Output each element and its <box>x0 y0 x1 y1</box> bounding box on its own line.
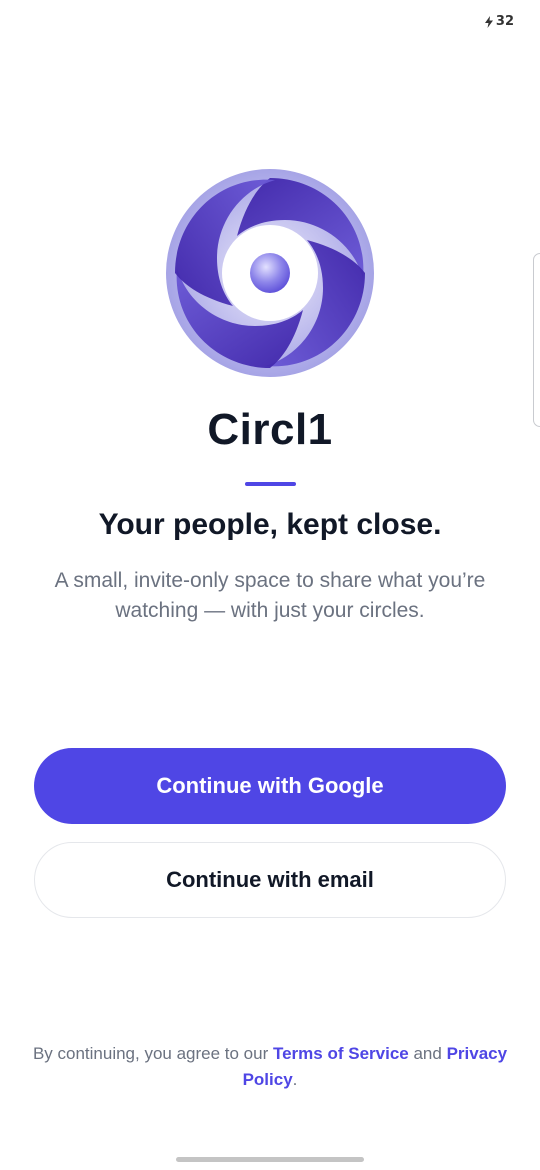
status-bar: 32 <box>484 14 514 29</box>
continue-with-google-button[interactable]: Continue with Google <box>34 748 506 824</box>
legal-prefix: By continuing, you agree to our <box>32 1044 273 1063</box>
legal-conjunction: and <box>408 1044 447 1063</box>
swirl-logo-icon <box>166 169 374 377</box>
home-indicator[interactable] <box>176 1157 364 1162</box>
terms-of-service-link[interactable]: Terms of Service <box>273 1044 409 1063</box>
app-description: A small, invite-only space to share what… <box>54 569 486 622</box>
legal-suffix: . <box>292 1070 298 1089</box>
continue-with-email-button[interactable]: Continue with email <box>34 842 506 918</box>
battery-level: 32 <box>495 14 514 29</box>
side-panel-handle[interactable] <box>533 253 540 427</box>
title-divider <box>245 482 296 486</box>
app-title: Circl1 <box>207 405 333 454</box>
tagline: Your people, kept close. <box>98 508 442 541</box>
legal-notice: By continuing, you agree to our Terms of… <box>30 1041 510 1093</box>
lightning-bolt-icon <box>484 15 493 28</box>
